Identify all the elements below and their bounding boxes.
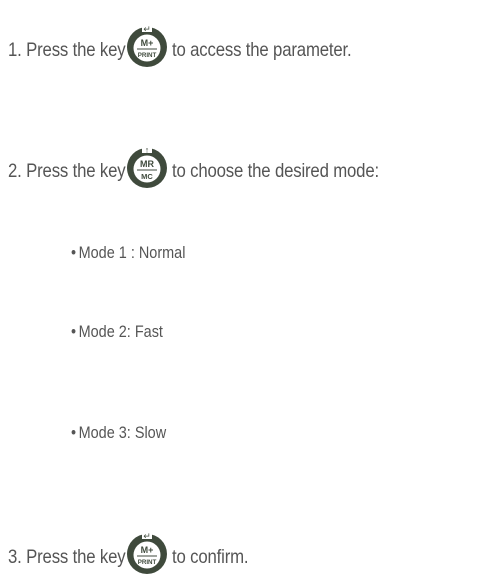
- step-3-lead-text: 3. Press the key: [8, 545, 126, 568]
- key-top-label: M+: [140, 545, 153, 555]
- step-2: 2. Press the key ↑ MR MC to choose the d…: [8, 146, 412, 193]
- mode-label: Mode 1 : Normal: [78, 243, 186, 262]
- enter-arrow-glyph: ↵: [143, 532, 151, 541]
- step-1: 1. Press the key ↵ M+ PRINT to access th…: [8, 25, 380, 72]
- mode-list-item: • Mode 1 : Normal: [71, 243, 185, 263]
- bullet-glyph: •: [71, 423, 77, 442]
- mr-mc-key-icon: ↑ MR MC: [125, 146, 169, 190]
- enter-arrow-glyph: ↵: [143, 25, 151, 34]
- bullet-glyph: •: [71, 243, 77, 262]
- m-plus-print-key-icon: ↵ M+ PRINT: [125, 25, 169, 69]
- step-3-trail-text: to confirm.: [171, 545, 249, 568]
- key-bottom-label: PRINT: [137, 52, 156, 59]
- key-top-label: MR: [140, 159, 154, 169]
- step-2-lead-text: 2. Press the key: [8, 159, 126, 182]
- step-2-trail-text: to choose the desired mode:: [171, 159, 379, 182]
- step-1-trail-text: to access the parameter.: [171, 38, 352, 61]
- mode-label: Mode 3: Slow: [78, 423, 167, 442]
- step-3: 3. Press the key ↵ M+ PRINT to confirm.: [8, 532, 260, 579]
- key-bottom-label: PRINT: [137, 559, 156, 566]
- bullet-glyph: •: [71, 322, 77, 341]
- mode-label: Mode 2: Fast: [78, 322, 163, 341]
- step-1-lead-text: 1. Press the key: [8, 38, 126, 61]
- mode-list-item: • Mode 2: Fast: [71, 322, 163, 342]
- mode-list-item: • Mode 3: Slow: [71, 423, 166, 443]
- up-arrow-glyph: ↑: [144, 146, 149, 155]
- m-plus-print-key-icon: ↵ M+ PRINT: [125, 532, 169, 576]
- key-bottom-label: MC: [141, 172, 153, 181]
- key-top-label: M+: [140, 38, 153, 48]
